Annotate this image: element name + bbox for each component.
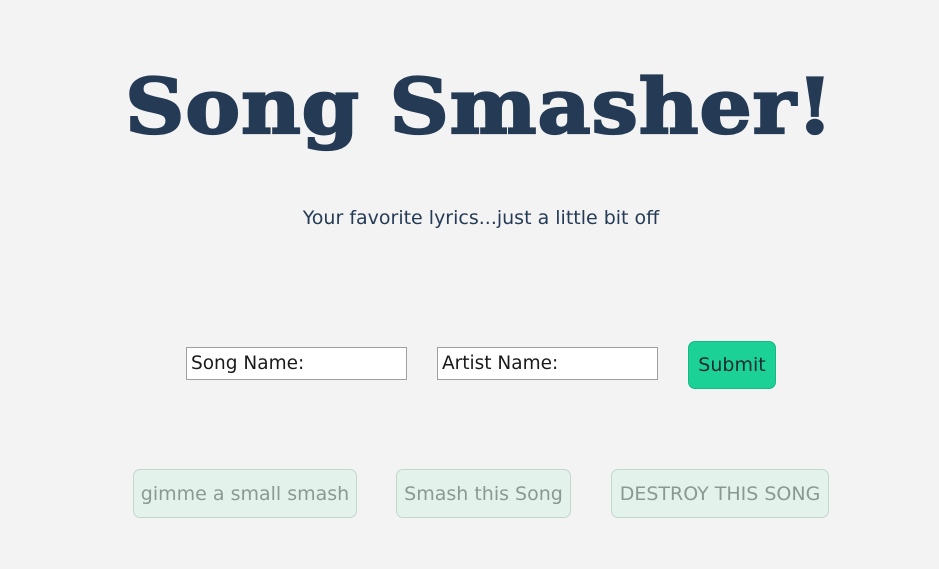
submit-button[interactable]: Submit <box>688 341 776 389</box>
page: Song Smasher! Your favorite lyrics...jus… <box>0 0 939 569</box>
smash-song-button[interactable]: Smash this Song <box>396 469 571 518</box>
page-title: Song Smasher! <box>124 62 834 153</box>
artist-name-input[interactable] <box>437 347 658 380</box>
page-subtitle: Your favorite lyrics...just a little bit… <box>302 207 660 229</box>
destroy-song-button[interactable]: DESTROY THIS SONG <box>611 469 829 518</box>
song-name-input[interactable] <box>186 347 407 380</box>
small-smash-button[interactable]: gimme a small smash <box>133 469 357 518</box>
